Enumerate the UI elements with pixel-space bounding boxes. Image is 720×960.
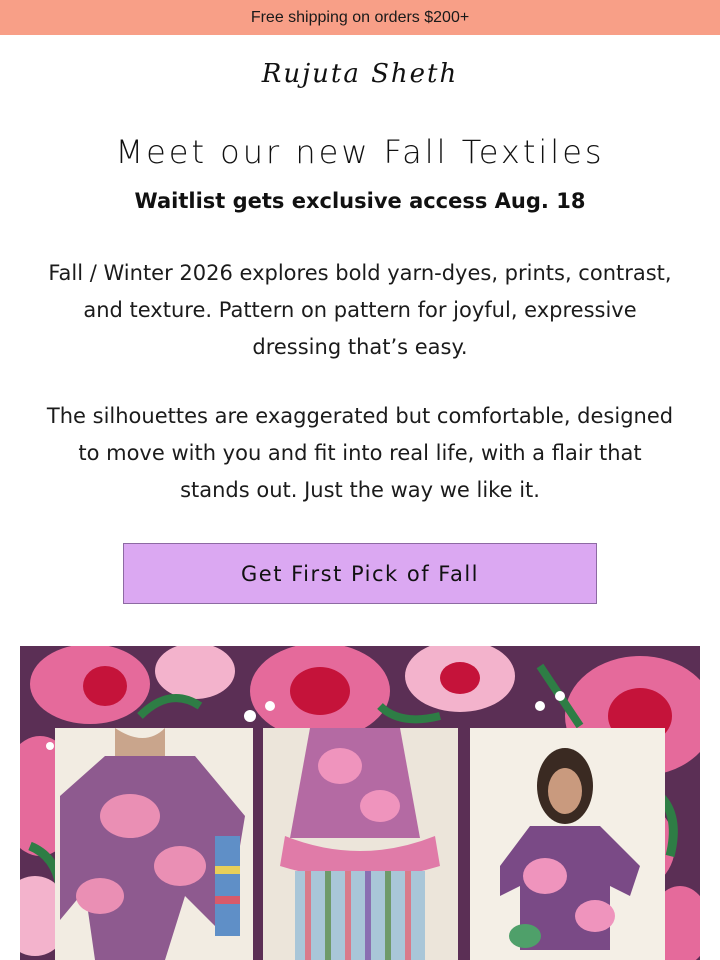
brand-logo[interactable]: Rujuta Sheth [0,48,720,100]
subheadline: Waitlist gets exclusive access Aug. 18 [134,189,586,213]
brand-logo-text: Rujuta Sheth [261,59,459,89]
hero-image[interactable] [20,646,700,960]
cta-button[interactable]: Get First Pick of Fall [123,543,597,604]
body-paragraph-2: The silhouettes are exaggerated but comf… [46,404,674,502]
promo-banner[interactable]: Free shipping on orders $200+ [0,0,720,35]
product-photo-3 [470,728,665,960]
body-paragraph-1: Fall / Winter 2026 explores bold yarn-dy… [48,261,672,359]
cta-label: Get First Pick of Fall [241,561,479,586]
product-photo-1 [55,728,253,960]
headline: Meet our new Fall Textiles [115,133,605,171]
promo-text: Free shipping on orders $200+ [250,8,470,26]
hero-collage-image [20,646,700,960]
product-photo-2 [263,728,458,960]
